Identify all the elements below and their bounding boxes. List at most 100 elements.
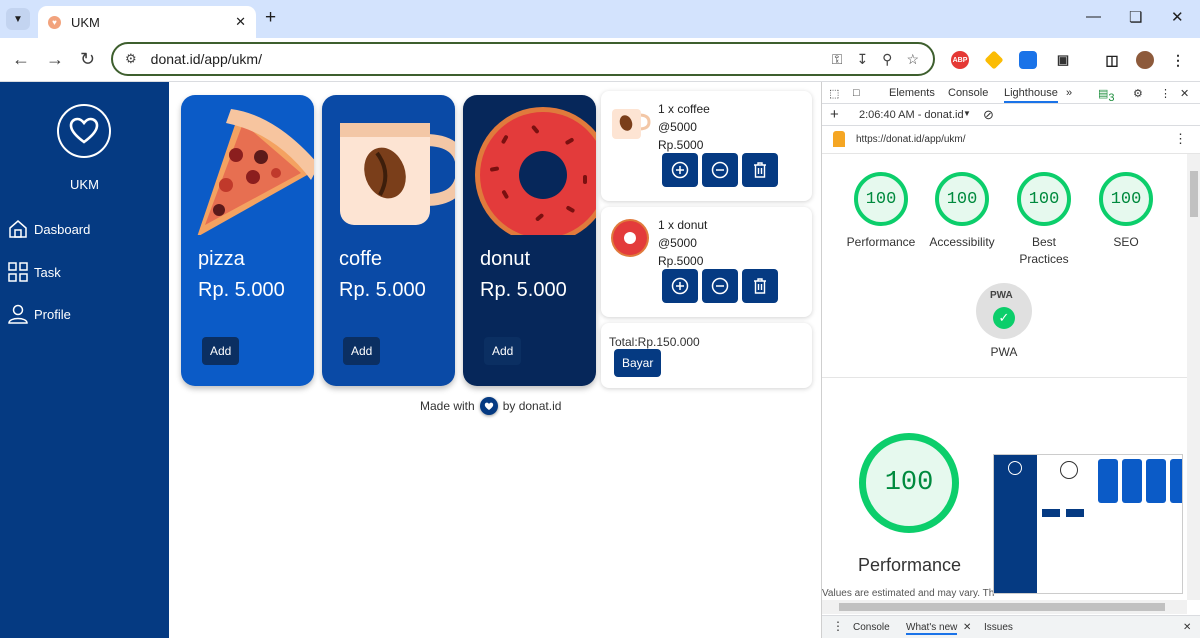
tab-strip: ▼ ♥ UKM ✕ + — ❏ ✕ xyxy=(0,0,1200,38)
cart-item-subtotal: Rp.5000 xyxy=(658,254,704,268)
reload-button[interactable]: ↻ xyxy=(80,49,95,69)
close-drawer-icon[interactable]: ✕ xyxy=(1183,622,1191,633)
minimize-button[interactable]: — xyxy=(1086,8,1101,25)
remove-item-button[interactable] xyxy=(742,153,778,187)
footer-made-with: Made with xyxy=(420,399,475,413)
product-price: Rp. 5.000 xyxy=(198,279,285,301)
tab-elements[interactable]: Elements xyxy=(889,87,935,99)
screen-capture-extension-icon[interactable] xyxy=(1019,51,1037,69)
drive-extension-icon[interactable] xyxy=(984,50,1004,70)
check-icon: ✓ xyxy=(993,307,1015,329)
pwa-badge-icon[interactable]: PWA ✓ xyxy=(976,283,1032,339)
close-devtools-icon[interactable]: ✕ xyxy=(1180,87,1189,100)
devtools-drawer: ⋮ Console What's new ✕ Issues ✕ xyxy=(822,615,1200,638)
cart-item-qty: 1 x donut xyxy=(658,218,708,232)
more-tabs-icon[interactable]: » xyxy=(1066,87,1072,99)
scroll-thumb[interactable] xyxy=(839,603,1165,611)
remove-item-button[interactable] xyxy=(742,269,778,303)
cart-item: 1 x donut @5000 Rp.5000 xyxy=(601,207,812,317)
grid-icon xyxy=(8,262,28,282)
install-app-icon[interactable]: ↧ xyxy=(856,51,868,68)
cart-item-unit-price: @5000 xyxy=(658,236,697,250)
coffee-icon xyxy=(340,123,455,225)
increase-qty-button[interactable] xyxy=(662,153,698,187)
cart-summary: Total:Rp.150.000 Bayar xyxy=(601,323,812,388)
clear-reports-icon[interactable]: ⊘ xyxy=(983,107,994,123)
gauge-label: Accessibility xyxy=(929,235,995,249)
issues-count: 3 xyxy=(1108,92,1115,104)
drawer-tab-console[interactable]: Console xyxy=(853,622,890,633)
lighthouse-logo-icon xyxy=(833,131,845,147)
browser-tab[interactable]: ♥ UKM ✕ xyxy=(38,6,256,38)
add-coffee-button[interactable]: Add xyxy=(343,337,381,365)
new-tab-button[interactable]: + xyxy=(265,8,276,28)
add-donut-button[interactable]: Add xyxy=(484,337,522,365)
site-info-icon[interactable]: ⚙ xyxy=(125,51,137,67)
address-bar[interactable]: ⚙ donat.id/app/ukm/ ⚿ ↧ ⚲ ☆ xyxy=(111,42,935,76)
home-icon xyxy=(9,220,27,238)
decrease-qty-button[interactable] xyxy=(702,153,738,187)
device-toolbar-icon[interactable]: □ xyxy=(853,87,860,99)
restore-button[interactable]: ❏ xyxy=(1129,8,1142,26)
zoom-icon[interactable]: ⚲ xyxy=(882,51,892,68)
vertical-scrollbar[interactable] xyxy=(1187,154,1200,600)
drawer-tab-issues[interactable]: Issues xyxy=(984,622,1013,633)
tab-lighthouse[interactable]: Lighthouse xyxy=(1004,87,1058,103)
accessibility-gauge[interactable]: 100 xyxy=(935,172,989,226)
new-report-icon[interactable]: + xyxy=(830,106,839,123)
footer: Made with by donat.id xyxy=(420,397,561,415)
kebab-menu-icon[interactable]: ⋮ xyxy=(1169,51,1187,69)
trash-icon xyxy=(754,162,766,178)
pwa-badge-text: PWA xyxy=(990,290,1013,301)
page-screenshot-thumbnail[interactable] xyxy=(993,454,1183,594)
decrease-qty-button[interactable] xyxy=(702,269,738,303)
bookmark-star-icon[interactable]: ☆ xyxy=(906,51,919,68)
lighthouse-toolbar: + 2:06:40 AM - donat.id ▼ ⊘ xyxy=(822,104,1200,126)
inspect-element-icon[interactable]: ⬚ xyxy=(829,87,839,100)
sidebar-item-profile[interactable]: Profile xyxy=(8,304,71,324)
donut-icon xyxy=(611,219,649,257)
side-panel-icon[interactable]: ◫ xyxy=(1103,51,1121,69)
product-price: Rp. 5.000 xyxy=(480,279,567,301)
increase-qty-button[interactable] xyxy=(662,269,698,303)
drawer-menu-icon[interactable]: ⋮ xyxy=(832,619,844,633)
close-whats-new-icon[interactable]: ✕ xyxy=(963,622,971,633)
tab-search-button[interactable]: ▼ xyxy=(6,8,30,30)
product-card: coffe Rp. 5.000 Add xyxy=(322,95,455,386)
tab-console[interactable]: Console xyxy=(948,87,988,99)
brand-name: UKM xyxy=(70,177,99,192)
url-text[interactable]: donat.id/app/ukm/ xyxy=(151,51,832,67)
gauge-label: Best Practices xyxy=(1019,235,1069,266)
password-key-icon[interactable]: ⚿ xyxy=(832,51,843,68)
sidebar-item-task[interactable]: Task xyxy=(8,262,61,282)
profile-avatar[interactable] xyxy=(1136,51,1154,69)
seo-gauge[interactable]: 100 xyxy=(1099,172,1153,226)
pay-button[interactable]: Bayar xyxy=(614,349,662,377)
caret-down-icon[interactable]: ▼ xyxy=(963,109,971,118)
divider xyxy=(822,377,1187,378)
horizontal-scrollbar[interactable] xyxy=(822,600,1187,614)
back-button[interactable]: ← xyxy=(12,49,30,69)
drawer-tab-whats-new[interactable]: What's new xyxy=(906,622,958,635)
adblock-extension-icon[interactable]: ABP xyxy=(951,51,969,69)
devtools-menu-icon[interactable]: ⋮ xyxy=(1160,87,1171,100)
close-tab-icon[interactable]: ✕ xyxy=(235,14,246,30)
performance-gauge[interactable]: 100 xyxy=(854,172,908,226)
close-window-button[interactable]: ✕ xyxy=(1171,8,1184,26)
sidebar-item-dashboard[interactable]: Dasboard xyxy=(8,219,90,239)
extensions-puzzle-icon[interactable]: ▣ xyxy=(1054,51,1072,69)
user-icon xyxy=(8,304,28,324)
minus-circle-icon xyxy=(711,277,729,295)
sidebar-item-label: Profile xyxy=(34,306,71,322)
scroll-thumb[interactable] xyxy=(1190,171,1198,217)
settings-gear-icon[interactable]: ⚙ xyxy=(1133,87,1143,100)
product-price: Rp. 5.000 xyxy=(339,279,426,301)
add-pizza-button[interactable]: Add xyxy=(202,337,240,365)
issues-badge[interactable]: ▤ 3 xyxy=(1098,87,1115,104)
browser-window: ▼ ♥ UKM ✕ + — ❏ ✕ ← → ↻ ⚙ donat.id/app/u… xyxy=(0,0,1200,638)
forward-button[interactable]: → xyxy=(46,49,64,69)
report-menu-icon[interactable]: ⋮ xyxy=(1174,131,1187,147)
best-practices-gauge[interactable]: 100 xyxy=(1017,172,1071,226)
report-select[interactable]: 2:06:40 AM - donat.id xyxy=(859,109,964,121)
favicon-heart-icon: ♥ xyxy=(48,15,61,29)
